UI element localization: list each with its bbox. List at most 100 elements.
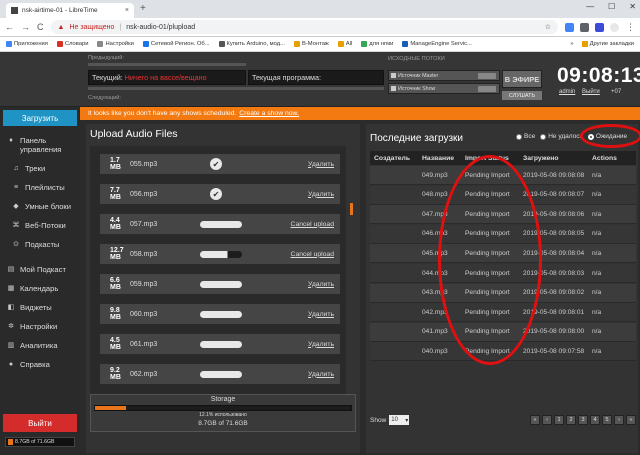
column-title[interactable]: Название	[422, 155, 454, 162]
back-icon[interactable]: ←	[5, 22, 14, 32]
user-link[interactable]: admin	[559, 89, 575, 95]
more-bookmarks-icon[interactable]: »	[570, 41, 573, 47]
column-creator[interactable]: Создатель	[374, 155, 410, 162]
cell-uploaded: 2019-05-08 09:08:08	[523, 171, 585, 179]
bookmarks-overflow[interactable]: » Другие закладки	[570, 41, 634, 47]
profile-avatar[interactable]	[610, 22, 619, 32]
storage-total: 8.7GB of 71.6GB	[198, 420, 248, 427]
remove-file-link[interactable]: Удалить	[308, 371, 334, 378]
extension-icon[interactable]	[580, 22, 589, 32]
analytics-icon: ▥	[7, 342, 15, 349]
filter-all[interactable]: Все	[516, 133, 535, 140]
bookmark-folder[interactable]: В-Монтаж	[293, 41, 329, 47]
upload-button[interactable]: Загрузить	[3, 110, 77, 126]
cell-uploaded: 2019-05-08 09:07:58	[523, 347, 585, 355]
sidebar-item-calendar[interactable]: ▦ Календарь	[0, 284, 80, 293]
remove-file-link[interactable]: Удалить	[308, 191, 334, 198]
remove-file-link[interactable]: Удалить	[308, 161, 334, 168]
page-button[interactable]: »	[626, 415, 636, 425]
remove-file-link[interactable]: Удалить	[308, 311, 334, 318]
bookmarks-bar: Приложения Словари Настройки Сетевой Рег…	[0, 37, 640, 52]
other-bookmarks[interactable]: Другие закладки	[590, 41, 634, 47]
apps-icon	[6, 41, 12, 47]
sidebar-item-widgets[interactable]: ◧ Виджеты	[0, 303, 80, 312]
storage-title: Storage	[210, 396, 236, 403]
remove-file-link[interactable]: Удалить	[308, 341, 334, 348]
extension-icon[interactable]	[565, 22, 574, 32]
sidebar-item-my-podcast[interactable]: ▤ Мой Подкаст	[0, 265, 80, 274]
maximize-icon[interactable]: ☐	[608, 2, 615, 11]
page-button[interactable]: «	[530, 415, 540, 425]
page-button[interactable]: ›	[614, 415, 624, 425]
show-label: Show	[370, 416, 387, 424]
sidebar-item-settings[interactable]: ✲ Настройки	[0, 322, 80, 331]
browser-menu-icon[interactable]: ⋮	[626, 22, 635, 33]
close-window-icon[interactable]: ✕	[629, 2, 636, 11]
extension-icon[interactable]	[595, 22, 604, 32]
checkbox-icon[interactable]	[391, 86, 396, 91]
bookmark-folder[interactable]: All	[337, 41, 352, 47]
folder-icon	[293, 41, 300, 47]
remove-file-link[interactable]: Удалить	[308, 281, 334, 288]
bookmark-favicon-icon	[56, 41, 63, 47]
browser-tab[interactable]: nsk-airtime-01 - LibreTime ×	[6, 3, 134, 18]
sidebar-item-tracks[interactable]: ♫ Треки	[0, 164, 80, 173]
widgets-icon: ◧	[7, 304, 15, 311]
page-button[interactable]: 1	[554, 415, 564, 425]
sidebar-item-analytics[interactable]: ▥ Аналитика	[0, 341, 80, 350]
sidebar-item-webstreams[interactable]: ⌘ Веб-Потоки	[0, 221, 80, 230]
on-air-indicator: В ЭФИРЕ	[502, 70, 542, 88]
storage-bar	[94, 405, 352, 411]
logout-link[interactable]: Выйти	[582, 89, 600, 95]
bookmark-item[interactable]: Сетевой Регион. Об...	[142, 41, 210, 47]
sidebar-item-dashboard[interactable]: ♦ Панель управления	[0, 136, 80, 154]
page-button[interactable]: 5	[602, 415, 612, 425]
source-show-toggle[interactable]	[478, 86, 496, 92]
bookmark-item[interactable]: для нгми	[361, 41, 393, 47]
tab-favicon-icon	[11, 7, 18, 14]
cell-actions: n/a	[592, 289, 602, 297]
page-size-select[interactable]: 10 ▾	[389, 415, 410, 425]
url-separator: |	[119, 23, 122, 31]
page-button[interactable]: 3	[578, 415, 588, 425]
disk-usage-fill	[8, 439, 13, 445]
url-bar[interactable]: ▲ Не защищено | nsk-audio-01/plupload ☆	[50, 20, 558, 34]
sidebar-item-podcasts[interactable]: ⊙ Подкасты	[0, 240, 80, 249]
upload-file-row: 6.6 MB 059.mp3 Удалить	[100, 274, 340, 294]
bookmark-item[interactable]: Купить Arduino, мод...	[218, 41, 285, 47]
cancel-upload-link[interactable]: Cancel upload	[291, 221, 334, 228]
forward-icon[interactable]: →	[21, 22, 30, 32]
page-button[interactable]: 4	[590, 415, 600, 425]
bookmark-item[interactable]: ManageEngine Servic...	[402, 41, 472, 47]
reload-icon[interactable]: C	[37, 22, 44, 32]
upload-progress-bar	[200, 251, 242, 258]
upload-file-list: 1.7 MB 055.mp3 ✔ Удалить 7.7 MB 056.mp3 ✔ Удали…	[90, 146, 346, 411]
page-button[interactable]: ‹	[542, 415, 552, 425]
bookmark-item[interactable]: Словари	[56, 41, 88, 47]
cancel-upload-link[interactable]: Cancel upload	[291, 251, 334, 258]
radio-icon	[516, 133, 522, 140]
source-master-toggle[interactable]	[478, 73, 496, 79]
new-tab-button[interactable]: +	[140, 3, 146, 14]
minimize-icon[interactable]: —	[586, 2, 594, 11]
column-uploaded[interactable]: Загружено	[523, 155, 559, 162]
filter-failed[interactable]: Не удалось	[540, 133, 583, 140]
bookmark-item[interactable]: Приложения	[6, 41, 48, 47]
sidebar-item-help[interactable]: ● Справка	[0, 360, 80, 369]
file-size: 4.5 MB	[110, 337, 121, 351]
bookmark-star-icon[interactable]: ☆	[545, 23, 551, 31]
sidebar-item-smart-blocks[interactable]: ◆ Умные блоки	[0, 202, 80, 211]
exit-button[interactable]: Выйти	[3, 414, 77, 432]
cell-actions: n/a	[592, 171, 602, 179]
listen-button[interactable]: СЛУШАТЬ	[502, 91, 542, 100]
cell-actions: n/a	[592, 210, 602, 218]
bookmark-favicon-icon	[97, 41, 104, 47]
checkbox-icon[interactable]	[391, 73, 396, 78]
create-show-link[interactable]: Create a show now.	[239, 110, 299, 117]
tab-close-icon[interactable]: ×	[125, 7, 129, 14]
smart-block-icon: ◆	[13, 203, 19, 210]
bookmark-item[interactable]: Настройки	[97, 41, 134, 47]
sidebar-item-playlists[interactable]: ≡ Плейлисты	[0, 183, 80, 192]
scrollbar-thumb[interactable]	[350, 203, 353, 215]
page-button[interactable]: 2	[566, 415, 576, 425]
